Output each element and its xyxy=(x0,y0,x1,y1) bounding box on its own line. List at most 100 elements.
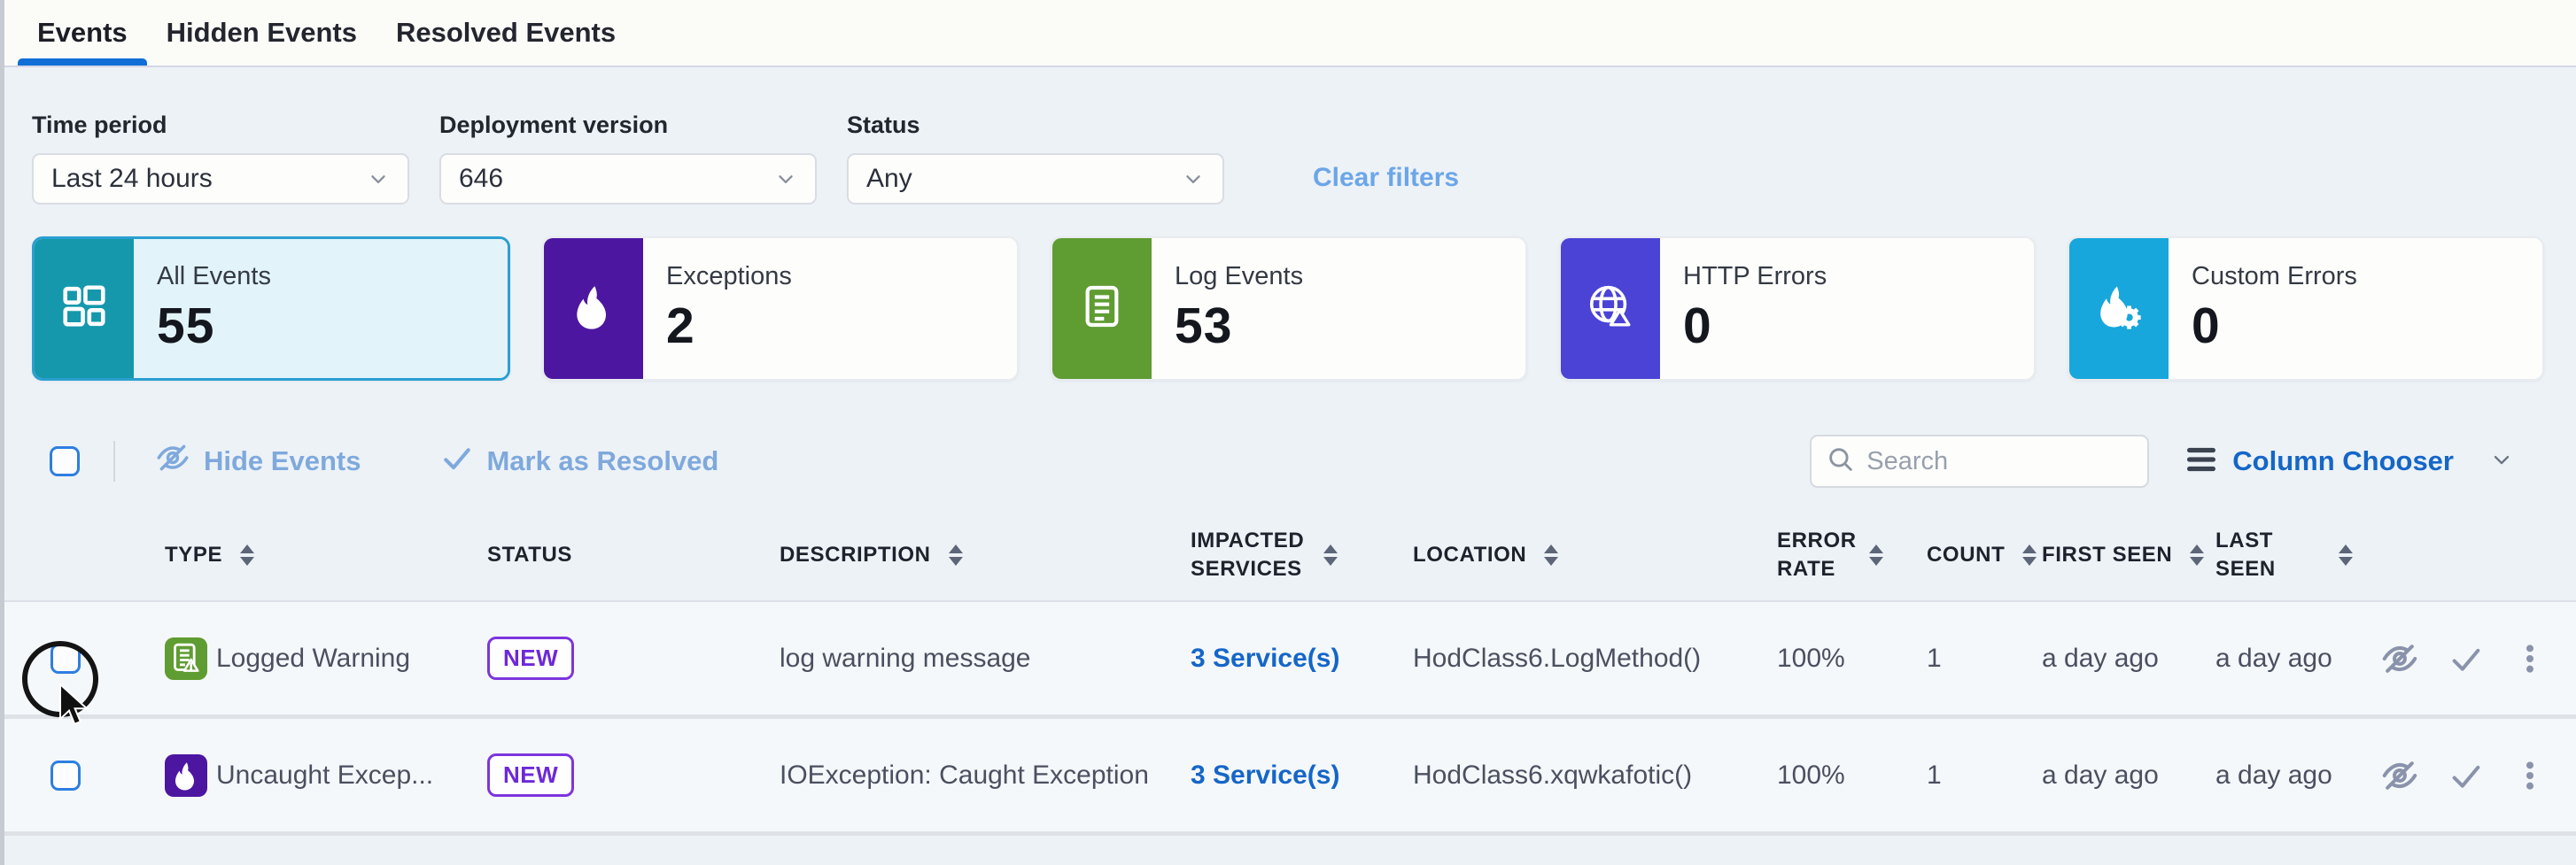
eye-slash-icon xyxy=(154,439,191,483)
clear-filters-button[interactable]: Clear filters xyxy=(1313,163,1459,193)
card-custom-errors[interactable]: Custom Errors 0 xyxy=(2068,236,2544,381)
first-seen: a day ago xyxy=(2042,761,2159,791)
check-icon xyxy=(440,441,474,482)
event-type: Logged Warning xyxy=(216,644,410,674)
column-chooser-button[interactable]: Column Chooser xyxy=(2184,445,2514,478)
chevron-down-icon xyxy=(774,167,797,190)
filter-deployment-version: Deployment version 646 xyxy=(439,112,817,205)
sort-arrows-icon xyxy=(1323,544,1338,566)
column-header-type[interactable]: TYPE xyxy=(154,541,477,569)
filter-status: Status Any xyxy=(847,112,1224,205)
column-header-error-rate[interactable]: ERROR RATE xyxy=(1766,527,1916,584)
card-label: Log Events xyxy=(1175,262,1525,291)
time-period-value: Last 24 hours xyxy=(51,164,367,194)
search-icon xyxy=(1826,444,1856,479)
column-chooser-label: Column Chooser xyxy=(2232,445,2454,477)
filter-time-period: Time period Last 24 hours xyxy=(32,112,409,205)
select-all-checkbox[interactable] xyxy=(50,446,80,476)
event-count: 1 xyxy=(1927,644,1942,674)
card-label: All Events xyxy=(157,262,508,291)
column-header-last-seen[interactable]: LAST SEEN xyxy=(2205,527,2353,584)
flame-gear-icon xyxy=(2093,281,2145,336)
status-label: Status xyxy=(847,112,1224,139)
table-row: Uncaught Excep... NEW IOException: Caugh… xyxy=(0,719,2576,836)
row-checkbox[interactable] xyxy=(50,761,81,791)
card-log-events-icon-pane xyxy=(1052,238,1152,379)
hide-event-eye-slash-icon[interactable] xyxy=(2379,638,2420,679)
card-value: 2 xyxy=(666,297,1017,355)
card-all-events[interactable]: All Events 55 xyxy=(32,236,510,381)
resolve-check-icon[interactable] xyxy=(2448,758,2484,793)
filters-bar: Time period Last 24 hours Deployment ver… xyxy=(0,67,2576,205)
search-box xyxy=(1810,435,2149,488)
resolve-check-icon[interactable] xyxy=(2448,641,2484,676)
row-checkbox[interactable] xyxy=(50,644,81,674)
card-label: Custom Errors xyxy=(2192,262,2542,291)
column-header-impacted-services[interactable]: IMPACTED SERVICES xyxy=(1180,527,1402,584)
mark-as-resolved-button[interactable]: Mark as Resolved xyxy=(440,441,718,482)
table-header: TYPE STATUS DESCRIPTION IMPACTED SERVICE… xyxy=(0,510,2576,602)
hamburger-icon xyxy=(2184,445,2218,478)
error-rate: 100% xyxy=(1777,761,1845,791)
first-seen: a day ago xyxy=(2042,644,2159,674)
card-exceptions-icon-pane xyxy=(544,238,643,379)
impacted-services-link[interactable]: 3 Service(s) xyxy=(1191,761,1339,791)
hide-event-eye-slash-icon[interactable] xyxy=(2379,755,2420,796)
sort-arrows-icon xyxy=(240,544,254,566)
tab-events[interactable]: Events xyxy=(18,0,147,66)
sort-arrows-icon xyxy=(2339,544,2353,566)
log-warning-icon xyxy=(165,637,207,680)
card-custom-errors-icon-pane xyxy=(2069,238,2169,379)
card-label: HTTP Errors xyxy=(1683,262,2034,291)
globe-warning-icon xyxy=(1585,281,1636,336)
column-header-first-seen[interactable]: FIRST SEEN xyxy=(2031,541,2205,569)
search-input[interactable] xyxy=(1866,447,2133,476)
column-header-location[interactable]: LOCATION xyxy=(1402,541,1766,569)
tab-hidden-events-label: Hidden Events xyxy=(167,17,357,49)
event-description: IOException: Caught Exception xyxy=(780,761,1149,791)
table-toolbar: Hide Events Mark as Resolved Column Choo… xyxy=(0,381,2576,489)
card-value: 0 xyxy=(1683,297,2034,355)
last-seen: a day ago xyxy=(2215,761,2332,791)
hide-events-label: Hide Events xyxy=(204,445,361,477)
event-count: 1 xyxy=(1927,761,1942,791)
deployment-version-select[interactable]: 646 xyxy=(439,153,817,205)
tab-resolved-events[interactable]: Resolved Events xyxy=(376,0,635,66)
toolbar-divider xyxy=(113,441,115,482)
tab-resolved-events-label: Resolved Events xyxy=(396,17,616,49)
card-http-errors[interactable]: HTTP Errors 0 xyxy=(1559,236,2036,381)
chevron-down-icon xyxy=(367,167,390,190)
card-label: Exceptions xyxy=(666,262,1017,291)
kebab-menu-icon[interactable] xyxy=(2512,758,2548,793)
status-value: Any xyxy=(866,164,1182,194)
card-log-events[interactable]: Log Events 53 xyxy=(1051,236,1527,381)
exception-flame-icon xyxy=(165,754,207,797)
tab-hidden-events[interactable]: Hidden Events xyxy=(147,0,376,66)
chevron-down-icon xyxy=(2489,447,2514,476)
time-period-select[interactable]: Last 24 hours xyxy=(32,153,409,205)
hide-events-button[interactable]: Hide Events xyxy=(154,439,361,483)
status-badge: NEW xyxy=(487,753,574,797)
card-value: 0 xyxy=(2192,297,2542,355)
card-exceptions[interactable]: Exceptions 2 xyxy=(542,236,1019,381)
summary-cards: All Events 55 Exceptions 2 Log E xyxy=(0,205,2576,381)
sort-arrows-icon xyxy=(1869,544,1883,566)
events-page: Events Hidden Events Resolved Events Tim… xyxy=(0,0,2576,865)
sort-arrows-icon xyxy=(949,544,963,566)
status-badge: NEW xyxy=(487,637,574,680)
deployment-version-value: 646 xyxy=(459,164,774,194)
kebab-menu-icon[interactable] xyxy=(2512,641,2548,676)
chevron-down-icon xyxy=(1182,167,1205,190)
impacted-services-link[interactable]: 3 Service(s) xyxy=(1191,644,1339,674)
log-document-icon xyxy=(1077,282,1127,336)
grid-icon xyxy=(58,281,110,336)
error-rate: 100% xyxy=(1777,644,1845,674)
column-header-status[interactable]: STATUS xyxy=(477,541,769,569)
sort-arrows-icon xyxy=(1544,544,1558,566)
status-select[interactable]: Any xyxy=(847,153,1224,205)
tab-bar: Events Hidden Events Resolved Events xyxy=(0,0,2576,67)
column-header-count[interactable]: COUNT xyxy=(1916,541,2031,569)
event-location: HodClass6.xqwkafotic() xyxy=(1413,761,1692,791)
column-header-description[interactable]: DESCRIPTION xyxy=(769,541,1180,569)
card-value: 53 xyxy=(1175,297,1525,355)
